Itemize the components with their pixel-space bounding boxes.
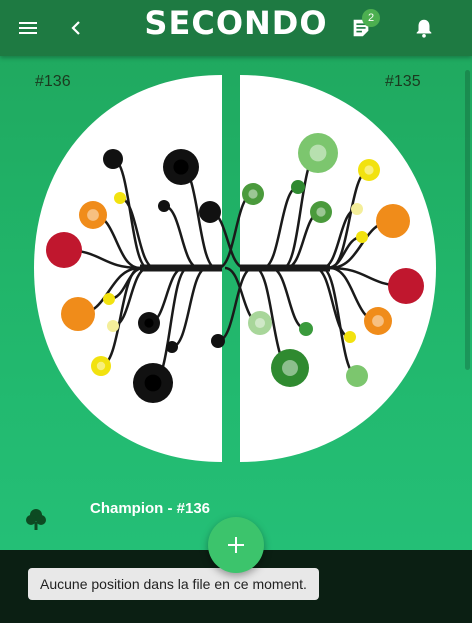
right-tree-node[interactable]	[299, 322, 313, 336]
champion-label: Champion - #136	[90, 500, 211, 517]
right-tree-node[interactable]	[388, 268, 424, 304]
left-tree-node[interactable]	[114, 192, 126, 204]
left-tree-node-core	[87, 209, 99, 221]
left-tree-node-core	[96, 361, 106, 371]
left-tree-node[interactable]	[199, 201, 221, 223]
left-tree-node[interactable]	[103, 149, 123, 169]
tree-icon	[26, 509, 46, 530]
chevron-left-icon	[71, 21, 80, 35]
bell-icon	[416, 19, 432, 38]
right-tree-node[interactable]	[356, 231, 368, 243]
notes-count-badge: 2	[362, 9, 380, 27]
menu-icon	[19, 22, 37, 34]
right-tree-node-core	[254, 317, 266, 329]
right-tree-node-core	[248, 189, 258, 199]
right-tree-node[interactable]	[346, 365, 368, 387]
queue-status-message: Aucune position dans la file en ce momen…	[28, 568, 319, 600]
left-tree-node[interactable]	[46, 232, 82, 268]
left-tree-node[interactable]	[61, 297, 95, 331]
left-tree-node-core	[144, 374, 162, 392]
back-button[interactable]	[52, 0, 100, 56]
right-tree-node[interactable]	[344, 331, 356, 343]
left-tree-node-core	[173, 159, 189, 175]
right-tree-node[interactable]	[291, 180, 305, 194]
right-tree-node[interactable]	[376, 204, 410, 238]
notes-button[interactable]	[337, 0, 385, 56]
menu-button[interactable]	[4, 0, 52, 56]
left-tree-node-core	[144, 318, 154, 328]
left-tree-node[interactable]	[166, 341, 178, 353]
plus-icon	[228, 537, 244, 553]
left-tree-node[interactable]	[211, 334, 225, 348]
right-tree-node-core	[364, 165, 374, 175]
right-tree-node[interactable]	[351, 203, 363, 215]
left-tree-node[interactable]	[107, 320, 119, 332]
right-tree-node-core	[309, 144, 327, 162]
left-tree-node[interactable]	[158, 200, 170, 212]
right-tree-node-core	[282, 360, 298, 376]
notifications-button[interactable]	[400, 0, 448, 56]
tree-button[interactable]	[25, 508, 47, 537]
right-tree-node-core	[316, 207, 326, 217]
right-tree-node-core	[372, 315, 384, 327]
left-tree-node[interactable]	[103, 293, 115, 305]
add-button[interactable]	[208, 517, 264, 573]
app-bar: SECONDO 2	[0, 0, 472, 56]
